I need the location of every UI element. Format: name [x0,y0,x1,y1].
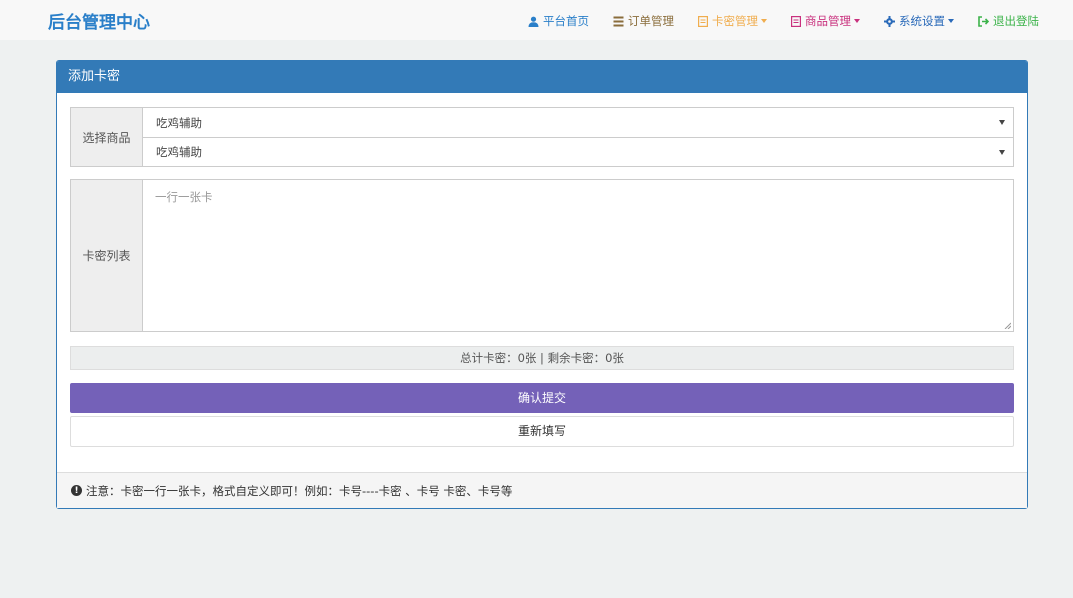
dropdown-arrow-icon [999,120,1005,125]
card-list-placeholder: 一行一张卡 [155,190,213,204]
product-select-primary[interactable]: 吃鸡辅助 [143,108,1013,137]
nav-logout[interactable]: 退出登陆 [978,13,1039,29]
dropdown-arrow-icon [999,150,1005,155]
nav-orders-label: 订单管理 [628,14,674,28]
nav-home[interactable]: 平台首页 [528,13,589,29]
panel-title: 添加卡密 [57,61,1027,93]
chevron-down-icon [854,19,860,23]
resize-handle-icon[interactable] [1004,322,1011,329]
nav-settings-label: 系统设置 [899,14,945,28]
reset-button[interactable]: 重新填写 [70,416,1014,447]
document-icon [791,15,801,27]
product-select-secondary-value: 吃鸡辅助 [156,145,202,159]
add-card-panel: 添加卡密 选择商品 吃鸡辅助 吃鸡辅助 卡密列表 一行一张卡 总计卡密：0张 |… [56,60,1028,509]
product-select-secondary[interactable]: 吃鸡辅助 [143,137,1013,166]
chevron-down-icon [948,19,954,23]
select-product-fields: 吃鸡辅助 吃鸡辅助 [143,108,1013,166]
product-select-primary-value: 吃鸡辅助 [156,115,202,130]
card-stats: 总计卡密：0张 | 剩余卡密：0张 [70,346,1014,370]
nav-goods-label: 商品管理 [805,14,851,28]
select-product-label: 选择商品 [71,108,143,166]
nav-cards-label: 卡密管理 [712,14,758,28]
card-list-textarea[interactable]: 一行一张卡 [143,180,1013,331]
main-nav: 平台首页 订单管理 卡密管理 商品管理 系统设置 退出登陆 [504,13,1039,29]
nav-logout-label: 退出登陆 [993,14,1039,28]
card-list-group: 卡密列表 一行一张卡 [70,179,1014,332]
logout-icon [978,15,989,27]
nav-home-label: 平台首页 [543,14,589,28]
info-icon: ! [71,485,82,496]
panel-footer: ! 注意：卡密一行一张卡，格式自定义即可！例如：卡号----卡密 、卡号 卡密、… [57,472,1027,508]
list-icon [613,16,624,26]
nav-orders[interactable]: 订单管理 [613,13,674,29]
footer-note: 注意：卡密一行一张卡，格式自定义即可！例如：卡号----卡密 、卡号 卡密、卡号… [86,483,513,498]
user-icon [528,16,539,27]
document-icon [698,15,708,27]
submit-button[interactable]: 确认提交 [70,383,1014,413]
nav-cards[interactable]: 卡密管理 [698,13,767,29]
chevron-down-icon [761,19,767,23]
gear-icon [884,15,895,27]
top-navbar: 后台管理中心 平台首页 订单管理 卡密管理 商品管理 系统设置 退出登陆 [0,0,1073,40]
select-product-group: 选择商品 吃鸡辅助 吃鸡辅助 [70,107,1014,167]
brand-title[interactable]: 后台管理中心 [48,8,150,33]
card-list-label: 卡密列表 [71,180,143,331]
nav-settings[interactable]: 系统设置 [884,13,954,29]
nav-goods[interactable]: 商品管理 [791,13,860,29]
